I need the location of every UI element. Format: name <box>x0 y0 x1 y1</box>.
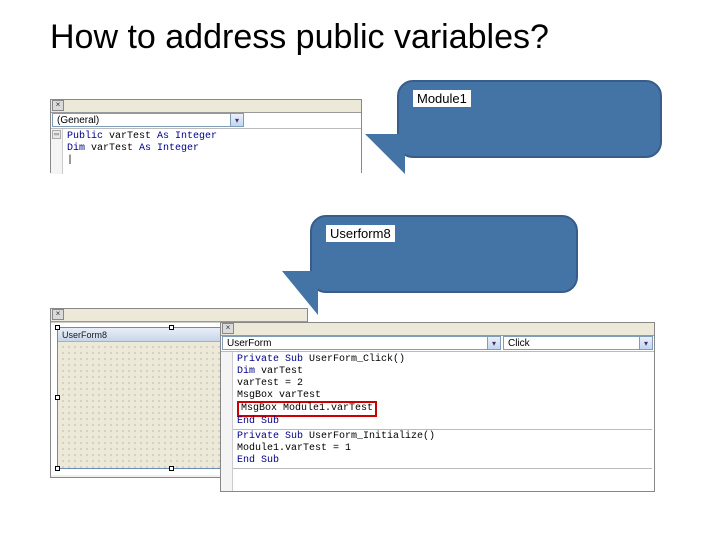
code-token: Dim <box>67 143 85 154</box>
code-gutter: ▭ <box>51 129 63 174</box>
code-line: varTest = 2 <box>237 378 303 389</box>
code-token: varTest <box>85 143 139 154</box>
close-icon[interactable]: × <box>52 100 64 111</box>
code-token: End Sub <box>237 455 279 466</box>
callout-userform8: Userform8 <box>310 215 578 293</box>
object-combo[interactable]: (General) <box>52 113 244 127</box>
object-combo-value: (General) <box>57 115 99 126</box>
userform-code-window: × UserForm Click Private Sub UserForm_Cl… <box>220 322 655 492</box>
resize-handle[interactable] <box>55 325 60 330</box>
callout-module1-label: Module1 <box>413 90 471 107</box>
module-code-window: × (General) ▭ Public varTest As Integer D… <box>50 99 362 173</box>
code-token: varTest <box>255 366 303 377</box>
chevron-down-icon[interactable] <box>639 337 652 349</box>
callout-module1: Module1 <box>397 80 662 158</box>
code-line: Module1.varTest = 1 <box>237 443 351 454</box>
code-token: Public <box>67 131 103 142</box>
proc-separator <box>221 468 652 469</box>
userform-caption: UserForm8 <box>62 330 107 340</box>
object-proc-combos: (General) <box>51 113 361 129</box>
procedure-combo-value: Click <box>508 338 530 349</box>
proc-separator <box>221 429 652 430</box>
window-topbar: × <box>221 323 654 336</box>
object-combo[interactable]: UserForm <box>222 336 501 350</box>
resize-handle[interactable] <box>55 395 60 400</box>
highlighted-line: MsgBox Module1.varTest <box>237 401 377 417</box>
code-token: Private Sub <box>237 354 303 365</box>
object-combo-value: UserForm <box>227 338 271 349</box>
code-token: As Integer <box>139 143 199 154</box>
code-token: Private Sub <box>237 431 303 442</box>
callout-tail <box>365 134 405 174</box>
code-token: varTest <box>103 131 157 142</box>
chevron-down-icon[interactable] <box>230 114 243 126</box>
code-token: As Integer <box>157 131 217 142</box>
close-icon[interactable]: × <box>52 309 64 320</box>
code-token: UserForm_Initialize() <box>303 431 435 442</box>
resize-handle[interactable] <box>169 325 174 330</box>
close-icon[interactable]: × <box>222 323 234 334</box>
procedure-combo[interactable]: Click <box>503 336 653 350</box>
code-token: Dim <box>237 366 255 377</box>
code-line: MsgBox varTest <box>237 390 321 401</box>
window-topbar: × <box>51 309 307 322</box>
code-editor[interactable]: Private Sub UserForm_Click() Dim varTest… <box>221 352 654 492</box>
code-gutter <box>221 352 233 492</box>
split-indicator: ▭ <box>52 130 61 139</box>
resize-handle[interactable] <box>55 466 60 471</box>
resize-handle[interactable] <box>169 466 174 471</box>
window-topbar: × <box>51 100 361 113</box>
chevron-down-icon[interactable] <box>487 337 500 349</box>
slide-title: How to address public variables? <box>50 18 549 57</box>
callout-userform8-label: Userform8 <box>326 225 395 242</box>
code-token: UserForm_Click() <box>303 354 405 365</box>
code-token: End Sub <box>237 416 279 427</box>
code-editor[interactable]: ▭ Public varTest As Integer Dim varTest A… <box>51 129 361 174</box>
object-proc-combos: UserForm Click <box>221 336 654 352</box>
